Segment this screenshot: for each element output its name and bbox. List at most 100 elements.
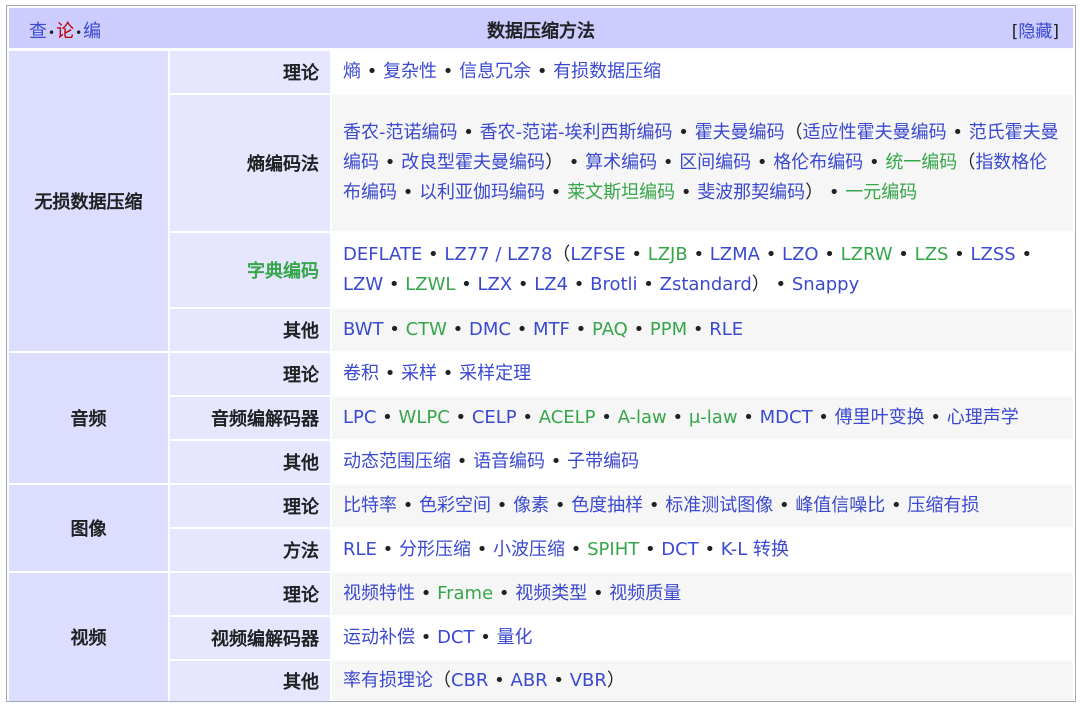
list-link[interactable]: SPIHT [587,539,639,560]
list-link[interactable]: LZJB [648,244,688,265]
list-link[interactable]: LZX [477,274,512,295]
list-link[interactable]: 色彩空间 [419,495,491,516]
list-link[interactable]: RLE [343,539,377,560]
list-link[interactable]: LZS [915,244,949,265]
list-separator: • [379,363,402,384]
list-link[interactable]: K-L 转换 [721,539,789,560]
list-separator: • [751,152,774,173]
list-link[interactable]: PAQ [592,319,628,340]
list-link[interactable]: 子带编码 [567,451,639,472]
list-link[interactable]: DMC [469,319,511,340]
list-link[interactable]: LZ77 / LZ78 [444,244,552,265]
list-link[interactable]: 压缩有损 [907,495,979,516]
list-link[interactable]: DCT [437,627,474,648]
list-link[interactable]: 量化 [497,627,533,648]
list-link[interactable]: Zstandard [660,274,752,295]
list-link[interactable]: 采样 [401,363,437,384]
list-separator: • [531,61,554,82]
list-link[interactable]: 一元编码 [845,182,917,203]
list-link[interactable]: 比特率 [343,495,397,516]
list-link[interactable]: 信息冗余 [459,61,531,82]
paren-open: （ [552,244,571,265]
group-lossless: 无损数据压缩 [9,51,168,351]
list-link[interactable]: 区间编码 [679,152,751,173]
list-link[interactable]: CBR [451,670,488,691]
list-link[interactable]: 莱文斯坦编码 [567,182,675,203]
list-link[interactable]: 色度抽样 [571,495,643,516]
list-separator: • [818,244,841,265]
list-link[interactable]: BWT [343,319,384,340]
list-link[interactable]: MDCT [760,407,813,428]
list-link[interactable]: LZSS [971,244,1016,265]
list-link[interactable]: 视频特性 [343,583,415,604]
list-link[interactable]: Frame [437,583,493,604]
list-link[interactable]: 傅里叶变换 [835,407,925,428]
list-separator: • [737,407,760,428]
list-separator: • [376,407,399,428]
list-link[interactable]: μ-law [689,407,738,428]
list-link[interactable]: 香农-范诺编码 [343,122,458,143]
list-link[interactable]: 像素 [513,495,549,516]
list-link[interactable]: 分形压缩 [399,539,471,560]
list-link[interactable]: ABR [511,670,548,691]
list-link[interactable]: RLE [709,319,743,340]
list-link[interactable]: VBR [570,670,607,691]
list-link[interactable]: 视频质量 [609,583,681,604]
list-link[interactable]: 卷积 [343,363,379,384]
list-link[interactable]: 以利亚伽玛编码 [419,182,545,203]
list-separator: • [759,244,783,265]
list-link[interactable]: DCT [661,539,698,560]
hide-toggle[interactable]: [隐藏] [1012,17,1059,42]
list-link[interactable]: 运动补偿 [343,627,415,648]
list-link[interactable]: 小波压缩 [493,539,565,560]
list-link[interactable]: CELP [472,407,517,428]
list-link[interactable]: 格伦布编码 [773,152,863,173]
list-link[interactable]: 动态范围压缩 [343,451,451,472]
list-link[interactable]: CTW [406,319,447,340]
list-link[interactable]: MTF [533,319,570,340]
list-link[interactable]: LZFSE [570,244,625,265]
list-link[interactable]: Snappy [792,274,859,295]
list-link[interactable]: ACELP [539,407,596,428]
list-link[interactable]: 香农-范诺-埃利西斯编码 [480,122,673,143]
list-separator: • [491,495,514,516]
list-link[interactable]: LZW [343,274,383,295]
list-link[interactable]: WLPC [399,407,450,428]
list-link[interactable]: 有损数据压缩 [553,61,661,82]
list-link[interactable]: LZMA [710,244,760,265]
list-link[interactable]: 率有损理论 [343,670,433,691]
list-separator: • [549,495,572,516]
list-link[interactable]: 采样定理 [459,363,531,384]
list-link[interactable]: LZO [782,244,819,265]
list-separator: • [587,583,610,604]
list-link[interactable]: 统一编码 [885,152,957,173]
list-link[interactable]: DEFLATE [343,244,422,265]
list-separator: • [415,583,438,604]
list-link[interactable]: 视频类型 [515,583,587,604]
list-link[interactable]: LZ4 [534,274,568,295]
list-separator: • [643,495,666,516]
list-link[interactable]: 复杂性 [383,61,437,82]
list-link[interactable]: 算术编码 [585,152,657,173]
list-link[interactable]: Brotli [590,274,637,295]
list-link[interactable]: A-law [618,407,667,428]
list-link[interactable]: 标准测试图像 [665,495,773,516]
hide-link[interactable]: 隐藏 [1018,22,1052,42]
list-separator: • [455,274,478,295]
paren-open: （ [957,152,976,173]
list-link[interactable]: LZRW [841,244,893,265]
list-link[interactable]: 峰值信噪比 [795,495,885,516]
list-link[interactable]: 语音编码 [473,451,545,472]
list-link[interactable]: 霍夫曼编码 [695,122,785,143]
list-link[interactable]: LPC [343,407,376,428]
list-link[interactable]: 斐波那契编码 [697,182,805,203]
label-dictionary-coding[interactable]: 字典编码 [170,233,330,307]
list-link[interactable]: 改良型霍夫曼编码 [401,152,545,173]
list-separator: • [512,274,535,295]
list-link[interactable]: LZWL [405,274,455,295]
list-link[interactable]: 心理声学 [947,407,1019,428]
list-separator: • [1015,244,1033,265]
list-link[interactable]: PPM [650,319,687,340]
list-link[interactable]: 熵 [343,61,361,82]
list-link[interactable]: 适应性霍夫曼编码 [803,122,947,143]
